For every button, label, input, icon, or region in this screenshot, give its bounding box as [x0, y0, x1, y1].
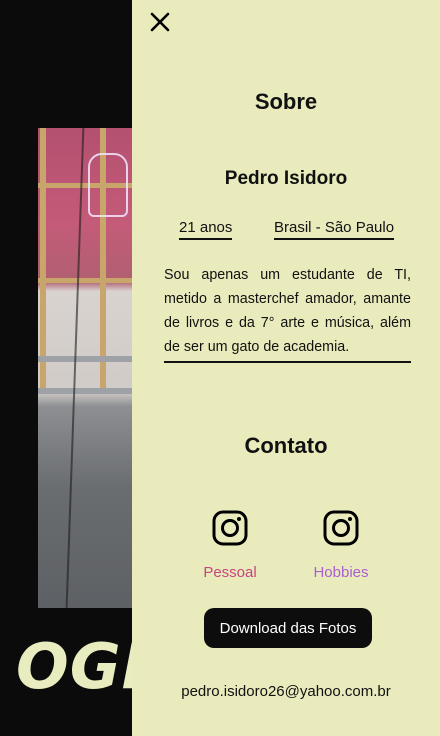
photo-rail: [38, 388, 140, 394]
location-badge: Brasil - São Paulo: [274, 219, 395, 240]
close-icon[interactable]: [146, 8, 174, 36]
instagram-icon[interactable]: [212, 510, 248, 546]
about-title: Sobre: [254, 89, 318, 114]
bio-text: Sou apenas um estudante de TI, metido a …: [164, 263, 411, 363]
neon-cat-sign: [88, 153, 128, 217]
background-photo: [38, 128, 140, 608]
social-label-hobbies[interactable]: Hobbies: [296, 564, 386, 581]
age-badge: 21 anos: [179, 219, 233, 240]
about-panel: Sobre Pedro Isidoro 21 anos Brasil - São…: [132, 0, 440, 736]
social-link-pessoal[interactable]: Pessoal: [185, 510, 275, 581]
contact-title: Contato: [244, 433, 328, 458]
photo-rail: [38, 356, 140, 362]
social-link-hobbies[interactable]: Hobbies: [296, 510, 386, 581]
email-link[interactable]: pedro.isidoro26@yahoo.com.br: [132, 683, 440, 700]
social-label-pessoal[interactable]: Pessoal: [185, 564, 275, 581]
instagram-icon[interactable]: [323, 510, 359, 546]
photo-glass-crack: [65, 128, 85, 608]
photo-frame: [40, 128, 46, 388]
photo-frame: [38, 278, 140, 283]
profile-name: Pedro Isidoro: [224, 168, 348, 189]
download-photos-button[interactable]: Download das Fotos: [204, 608, 372, 648]
